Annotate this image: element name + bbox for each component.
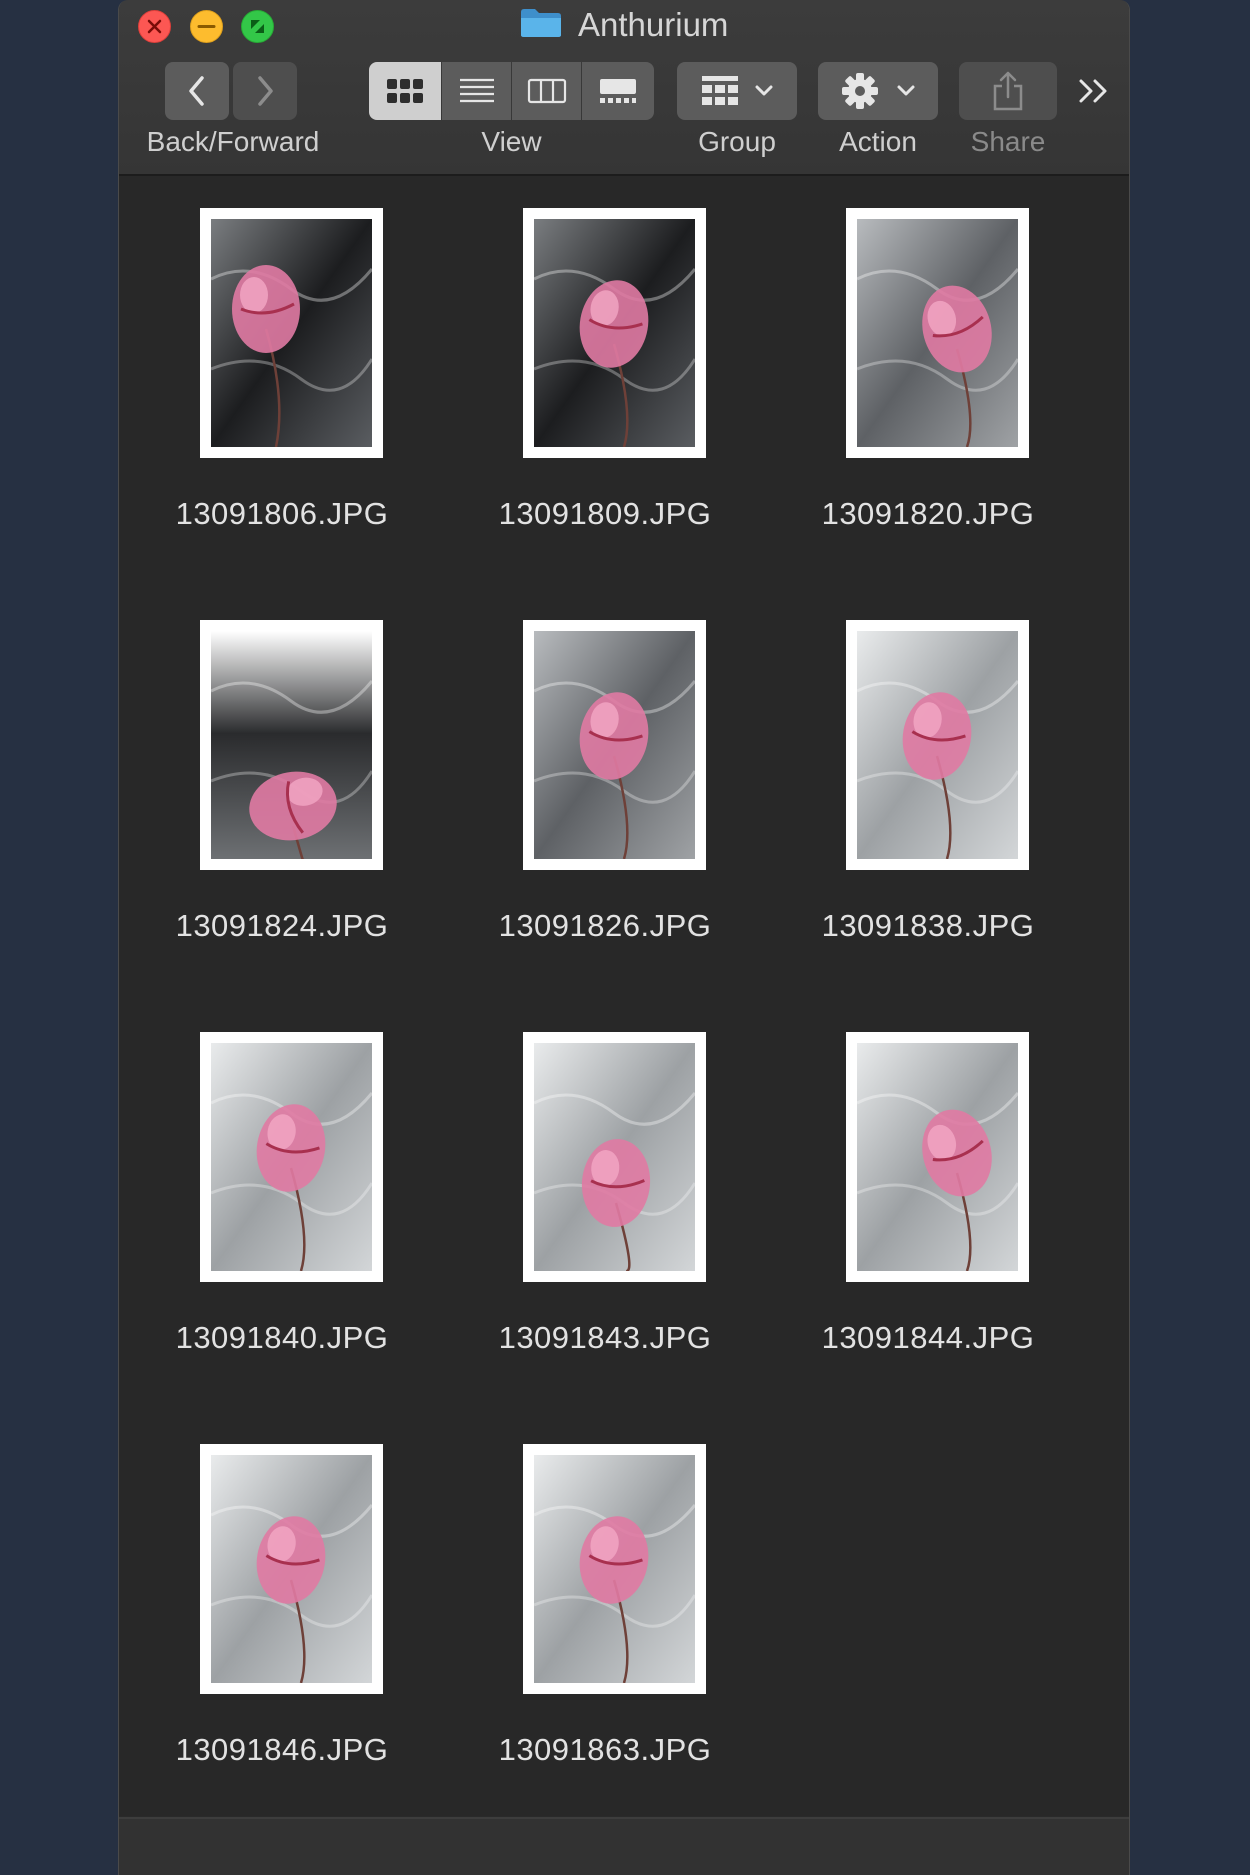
double-chevron-right-icon [1079,79,1107,103]
window-title: Anthurium [119,6,1129,46]
chevron-right-icon [258,76,273,106]
view-gallery-button[interactable] [582,62,654,120]
share-icon [993,71,1023,111]
file-name: 13091840.JPG [175,1320,389,1355]
chevron-left-icon [189,76,204,106]
forward-button[interactable] [233,62,297,120]
anthurium-photo-image [856,1043,1020,1272]
group-label: Group [698,126,776,157]
view-icons-button[interactable] [369,62,441,120]
share-button[interactable] [959,62,1057,120]
toolbar: Anthurium Back/Forward View Group Action… [119,0,1129,176]
file-item[interactable]: 13091824.JPG [142,588,422,948]
file-name: 13091863.JPG [498,1732,712,1767]
chevron-down-icon [897,85,915,96]
group-control [677,62,797,120]
anthurium-photo-image [533,219,697,448]
action-label: Action [839,126,917,157]
gear-icon [842,73,878,109]
toolbar-overflow-button[interactable] [1077,62,1117,120]
file-thumbnail[interactable] [200,208,383,458]
list-icon [459,78,494,103]
file-item[interactable]: 13091806.JPG [142,176,422,536]
action-button[interactable] [818,62,938,120]
anthurium-photo-image [856,219,1020,448]
anthurium-photo-image [210,219,374,448]
file-thumbnail[interactable] [200,1032,383,1282]
file-item[interactable]: 13091843.JPG [465,1000,745,1360]
back-button[interactable] [165,62,229,120]
back-forward-control [165,62,299,120]
gallery-icon [600,79,636,103]
file-thumbnail[interactable] [846,620,1029,870]
file-item[interactable]: 13091846.JPG [142,1412,422,1772]
file-name: 13091844.JPG [821,1320,1035,1355]
file-name: 13091809.JPG [498,496,712,531]
file-thumbnail[interactable] [523,208,706,458]
window-title-text: Anthurium [578,6,729,43]
file-grid: 13091806.JPG 13091809.JPG 13091820.JPG 1… [119,176,1129,1816]
anthurium-photo-image [533,1043,697,1273]
file-name: 13091806.JPG [175,496,389,531]
anthurium-photo-image [210,631,374,873]
file-name: 13091838.JPG [821,908,1035,943]
view-label: View [481,126,542,157]
file-item[interactable]: 13091838.JPG [788,588,1068,948]
file-thumbnail[interactable] [523,620,706,870]
file-item[interactable]: 13091844.JPG [788,1000,1068,1360]
group-icon [702,76,738,105]
finder-window: Anthurium Back/Forward View Group Action… [118,0,1130,1875]
anthurium-photo-image [210,1043,374,1272]
file-item[interactable]: 13091840.JPG [142,1000,422,1360]
anthurium-photo-image [533,631,697,860]
file-thumbnail[interactable] [846,208,1029,458]
file-thumbnail[interactable] [200,1444,383,1694]
view-mode-control [369,62,654,120]
file-thumbnail[interactable] [200,620,383,873]
file-thumbnail[interactable] [846,1032,1029,1282]
back-forward-label: Back/Forward [146,126,320,157]
grid-icon [387,79,423,103]
share-control [959,62,1057,120]
action-control [818,62,938,120]
file-name: 13091824.JPG [175,908,389,943]
share-label: Share [970,126,1046,157]
group-button[interactable] [677,62,797,120]
chevron-down-icon [755,85,773,96]
file-thumbnail[interactable] [523,1032,706,1282]
file-item[interactable]: 13091863.JPG [465,1412,745,1772]
folder-icon [520,8,562,43]
file-name: 13091843.JPG [498,1320,712,1355]
file-thumbnail[interactable] [523,1444,706,1694]
view-list-button[interactable] [442,62,511,120]
anthurium-photo-image [856,631,1020,860]
status-bar [119,1817,1129,1875]
columns-icon [527,78,566,104]
file-name: 13091846.JPG [175,1732,389,1767]
file-name: 13091820.JPG [821,496,1035,531]
view-columns-button[interactable] [512,62,581,120]
file-item[interactable]: 13091826.JPG [465,588,745,948]
file-item[interactable]: 13091809.JPG [465,176,745,536]
anthurium-photo-image [210,1455,374,1684]
file-name: 13091826.JPG [498,908,712,943]
file-item[interactable]: 13091820.JPG [788,176,1068,536]
anthurium-photo-image [533,1455,697,1684]
